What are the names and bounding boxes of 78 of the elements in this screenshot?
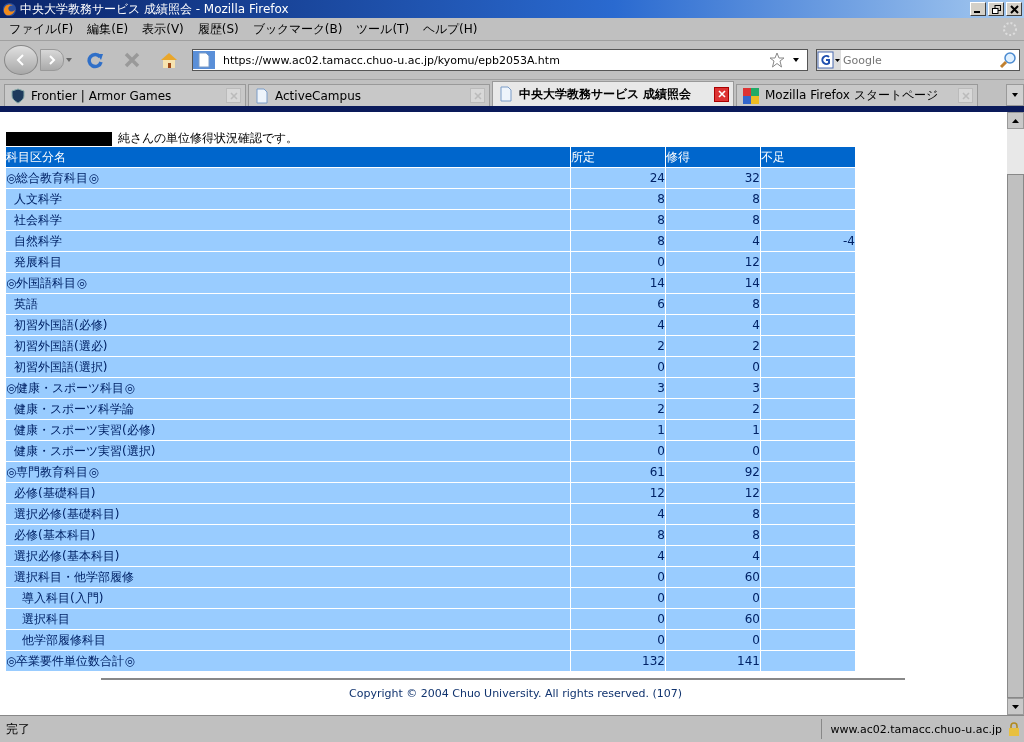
search-field[interactable]: Google	[841, 49, 999, 71]
dropdown-caret-icon[interactable]	[793, 58, 799, 62]
close-button[interactable]	[1006, 2, 1022, 16]
table-cell: 社会科学	[6, 209, 571, 231]
table-cell: 導入科目(入門)	[6, 587, 571, 609]
window-title: 中央大学教務サービス 成績照会 - Mozilla Firefox	[20, 0, 289, 18]
table-cell: ◎専門教育科目◎	[6, 461, 571, 483]
column-header: 科目区分名	[6, 147, 571, 168]
close-icon	[473, 91, 482, 100]
table-cell: 選択科目・他学部履修	[6, 566, 571, 588]
search-icon[interactable]	[999, 49, 1020, 71]
activity-indicator-icon	[1002, 21, 1018, 37]
close-icon	[229, 91, 238, 100]
up-arrow-icon	[1012, 118, 1019, 123]
firefox-logo-icon	[2, 1, 17, 17]
table-cell: ◎外国語科目◎	[6, 272, 571, 294]
back-button[interactable]	[4, 45, 38, 75]
menu-item[interactable]: ファイル(F)	[2, 18, 81, 40]
down-arrow-icon	[1012, 704, 1019, 709]
table-cell: 他学部履修科目	[6, 629, 571, 651]
forward-button[interactable]	[40, 49, 64, 71]
reload-icon[interactable]	[86, 51, 104, 69]
menu-item[interactable]: 編集(E)	[80, 18, 136, 40]
tab-close-button[interactable]	[714, 86, 729, 102]
bookmark-star-icon[interactable]	[769, 52, 785, 68]
restore-icon	[991, 4, 1001, 14]
scroll-up-button[interactable]	[1007, 112, 1024, 129]
close-icon	[1009, 4, 1019, 14]
table-cell: ◎卒業要件単位数合計◎	[6, 650, 571, 672]
table-cell: 必修(基本科目)	[6, 524, 571, 546]
column-header: 修得	[665, 147, 761, 168]
close-icon	[717, 90, 726, 98]
browser-tab[interactable]: ActiveCampus	[248, 84, 490, 106]
search-engine-icon[interactable]	[816, 49, 841, 71]
scroll-down-button[interactable]	[1007, 698, 1024, 715]
page-icon	[499, 86, 513, 102]
browser-tab[interactable]: Mozilla Firefox スタートページ	[736, 84, 978, 106]
table-cell: 選択科目	[6, 608, 571, 630]
menu-item[interactable]: ヘルプ(H)	[416, 18, 485, 40]
home-icon[interactable]	[160, 52, 178, 68]
copyright-text: Copyright © 2004 Chuo University. All rights reserved. (107)	[349, 687, 684, 700]
status-text: 完了	[5, 720, 30, 738]
browser-tab[interactable]: Frontier | Armor Games	[4, 84, 246, 106]
padlock-icon	[1008, 722, 1020, 736]
intro-text: 純さんの単位修得状況確認です。	[118, 130, 298, 147]
menu-item[interactable]: 履歴(S)	[190, 18, 246, 40]
table-cell: 初習外国語(選必)	[6, 335, 571, 357]
google-icon	[743, 87, 759, 104]
table-cell: 英語	[6, 293, 571, 315]
table-cell: 発展科目	[6, 251, 571, 273]
table-cell: 選択必修(基本科目)	[6, 545, 571, 567]
table-cell: ◎総合教育科目◎	[6, 167, 571, 189]
minimize-button[interactable]	[970, 2, 986, 16]
table-cell: 健康・スポーツ実習(選択)	[6, 440, 571, 462]
column-header: 所定	[570, 147, 666, 168]
caret-icon	[1012, 93, 1018, 97]
close-icon	[961, 91, 970, 100]
menu-item[interactable]: ツール(T)	[349, 18, 417, 40]
page-icon	[255, 87, 269, 104]
table-cell: 人文科学	[6, 188, 571, 210]
status-host: www.ac02.tamacc.chuo-u.ac.jp	[830, 722, 1002, 736]
table-cell: 自然科学	[6, 230, 571, 252]
column-header: 不足	[760, 147, 856, 168]
restore-button[interactable]	[988, 2, 1004, 16]
tab-list-button[interactable]	[1006, 84, 1024, 106]
browser-tab[interactable]: 中央大学教務サービス 成績照会	[492, 81, 734, 106]
address-field[interactable]: https://www.ac02.tamacc.chuo-u.ac.jp/kyomu/epb2053A.htm	[192, 49, 808, 71]
table-cell: 初習外国語(必修)	[6, 314, 571, 336]
shield-icon	[11, 87, 25, 104]
menu-item[interactable]: 表示(V)	[135, 18, 191, 40]
menu-item[interactable]: ブックマーク(B)	[245, 18, 350, 40]
table-cell: 健康・スポーツ実習(必修)	[6, 419, 571, 441]
table-cell: 健康・スポーツ科学論	[6, 398, 571, 420]
table-cell: ◎健康・スポーツ科目◎	[6, 377, 571, 399]
table-cell: 必修(基礎科目)	[6, 482, 571, 504]
table-cell: 初習外国語(選択)	[6, 356, 571, 378]
table-cell: 選択必修(基礎科目)	[6, 503, 571, 525]
page-icon	[193, 51, 215, 69]
